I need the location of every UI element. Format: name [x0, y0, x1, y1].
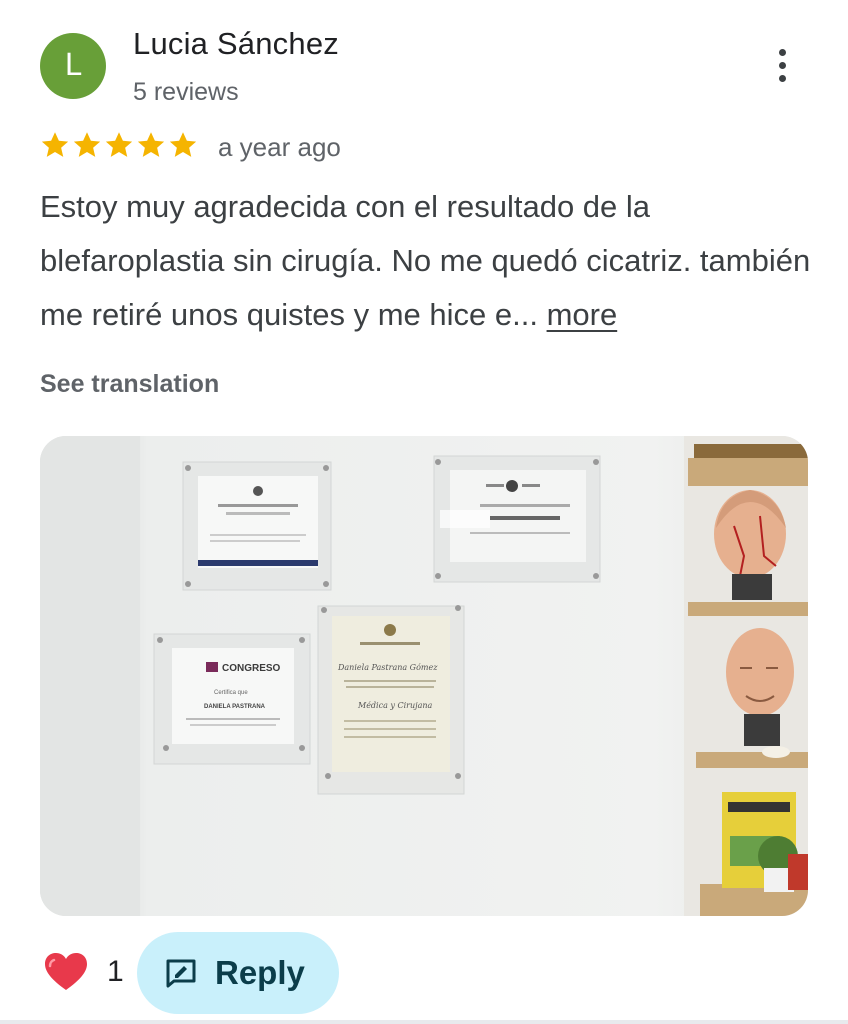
- wall-side: [40, 436, 140, 916]
- star-icon: [104, 130, 134, 160]
- certificate-frame: Daniela Pastrana Gómez Médica y Cirujana: [317, 605, 465, 795]
- shelf-unit: [684, 436, 808, 916]
- certificate-frame: CONGRESO Certifica que DANIELA PASTRANA: [153, 633, 311, 765]
- certificate-line: DANIELA PASTRANA: [204, 704, 266, 710]
- more-options-icon[interactable]: [768, 44, 798, 88]
- certificate-heading: CONGRESO: [222, 663, 281, 674]
- star-icon: [40, 130, 70, 160]
- reply-label: Reply: [215, 954, 305, 991]
- reply-icon: [166, 959, 196, 988]
- certificate-frame: [182, 461, 332, 591]
- star-rating: [40, 130, 200, 166]
- star-icon: [136, 130, 166, 160]
- review-time: a year ago: [218, 132, 341, 162]
- review-header: L Lucia Sánchez 5 reviews: [0, 0, 848, 130]
- avatar[interactable]: L: [40, 33, 106, 99]
- see-translation-link[interactable]: See translation: [40, 370, 219, 399]
- more-link[interactable]: more: [547, 297, 618, 332]
- heart-icon[interactable]: [44, 952, 88, 992]
- review-footer: 1 Reply: [0, 930, 848, 1024]
- review-photo[interactable]: CONGRESO Certifica que DANIELA PASTRANA …: [40, 436, 808, 916]
- certificate-frame: [433, 455, 601, 583]
- certificate-line: Médica y Cirujana: [357, 701, 433, 710]
- like-count: 1: [107, 955, 124, 988]
- author-name[interactable]: Lucia Sánchez: [133, 26, 339, 62]
- certificate-heading: Daniela Pastrana Gómez: [337, 663, 438, 672]
- certificate-line: Certifica que: [214, 690, 248, 696]
- author-review-count: 5 reviews: [133, 78, 239, 106]
- divider: [0, 1020, 848, 1024]
- review-text: Estoy muy agradecida con el resultado de…: [40, 180, 830, 342]
- photo-certificates-icon: CONGRESO Certifica que DANIELA PASTRANA …: [40, 436, 808, 916]
- star-icon: [168, 130, 198, 160]
- reply-button[interactable]: Reply: [137, 932, 339, 1014]
- rating-row: a year ago: [40, 130, 640, 166]
- star-icon: [72, 130, 102, 160]
- review-text-content: Estoy muy agradecida con el resultado de…: [40, 189, 811, 332]
